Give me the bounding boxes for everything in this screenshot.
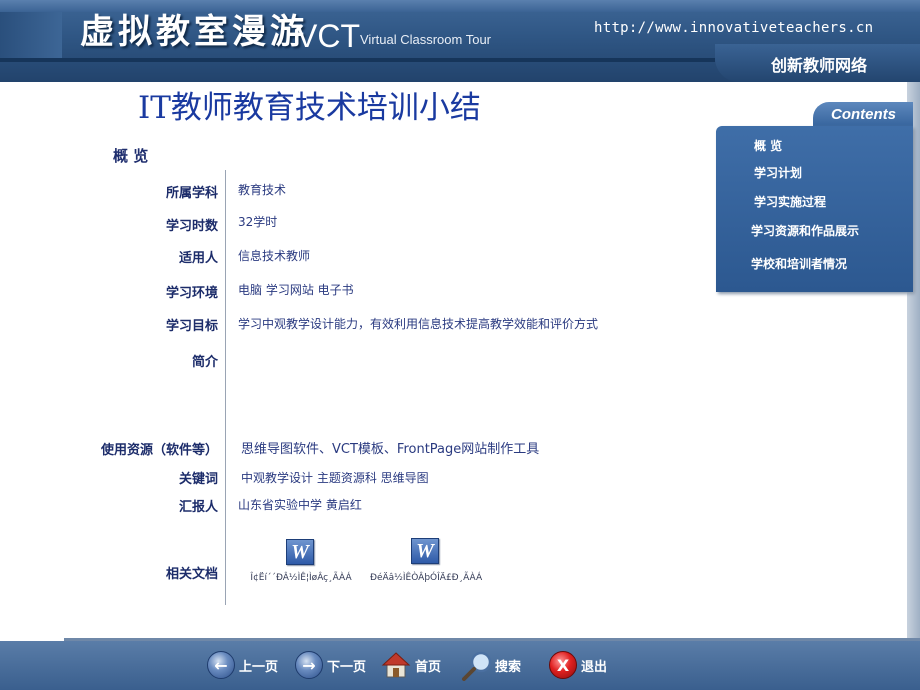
field-label-intro: 简介 — [191, 355, 218, 370]
close-icon: X — [549, 651, 577, 679]
field-label-hours: 学习时数 — [165, 219, 218, 234]
header-bar: 虚拟教室漫游 VCT Virtual Classroom Tour http:/… — [0, 0, 920, 82]
arrow-left-icon: ← — [207, 651, 235, 679]
document-name[interactable]: Î¢Ëí´´ÐÂ½ÌÊ¦ÌøÂç¸ÃÀÁ — [246, 572, 356, 584]
field-value-hours: 32学时 — [238, 215, 278, 229]
contents-nav-panel: 概 览 学习计划 学习实施过程 学习资源和作品展示 学校和培训者情况 — [716, 126, 913, 292]
field-value-reporter: 山东省实验中学 黄启红 — [238, 498, 362, 512]
word-document-icon[interactable]: W — [411, 538, 439, 564]
logo-chinese-title: 虚拟教室漫游 — [80, 12, 308, 52]
nav-item-study-plan[interactable]: 学习计划 — [754, 164, 802, 181]
document-name[interactable]: ÐéÄâ½ÌÊÒÂþÓÎÄ£Ð¸ÃÀÁ — [370, 572, 482, 584]
footer-bar — [0, 641, 920, 690]
field-value-goal: 学习中观教学设计能力，有效利用信息技术提高教学效能和评价方式 — [238, 317, 599, 331]
logo-vct: VCT — [296, 18, 360, 54]
contents-tab: Contents — [813, 102, 913, 128]
field-value-keywords: 中观教学设计 主题资源科 思维导图 — [241, 471, 429, 485]
nav-item-overview[interactable]: 概 览 — [754, 137, 782, 154]
field-label-audience: 适用人 — [178, 251, 218, 266]
field-value-audience: 信息技术教师 — [238, 249, 311, 263]
search-button[interactable]: 搜索 — [461, 650, 522, 681]
field-label-resources: 使用资源（软件等） — [100, 443, 218, 458]
network-badge: 创新教师网络 — [715, 44, 920, 82]
header-divider — [0, 58, 715, 62]
field-value-subject: 教育技术 — [238, 183, 287, 197]
nav-item-resources[interactable]: 学习资源和作品展示 — [751, 222, 859, 239]
field-value-environment: 电脑 学习网站 电子书 — [238, 283, 354, 297]
section-title: 概 览 — [113, 147, 149, 165]
field-label-keywords: 关键词 — [178, 472, 218, 487]
prev-page-button[interactable]: ← 上一页 — [207, 650, 278, 680]
home-button[interactable]: 首页 — [381, 650, 441, 680]
field-label-subject: 所属学科 — [165, 186, 218, 201]
field-value-resources: 思维导图软件、VCT模板、FrontPage网站制作工具 — [241, 442, 540, 457]
field-label-reporter: 汇报人 — [178, 500, 218, 515]
arrow-right-icon: → — [295, 651, 323, 679]
header-url-link[interactable]: http://www.innovativeteachers.cn — [594, 20, 873, 36]
field-label-environment: 学习环境 — [165, 286, 218, 301]
field-divider — [225, 170, 226, 605]
header-left-decoration — [0, 12, 62, 58]
field-label-documents: 相关文档 — [165, 567, 218, 582]
nav-item-school-info[interactable]: 学校和培训者情况 — [751, 255, 847, 272]
next-page-button[interactable]: → 下一页 — [295, 650, 366, 680]
field-label-goal: 学习目标 — [165, 319, 218, 334]
exit-label: 退出 — [581, 659, 608, 675]
home-icon — [381, 651, 411, 679]
network-label: 创新教师网络 — [771, 56, 868, 75]
word-document-icon[interactable]: W — [286, 539, 314, 565]
logo-subtitle: Virtual Classroom Tour — [360, 32, 492, 47]
page-title: IT教师教育技术培训小结 — [138, 90, 481, 126]
prev-page-label: 上一页 — [239, 659, 279, 675]
exit-button[interactable]: X 退出 — [549, 650, 607, 680]
home-label: 首页 — [415, 659, 442, 675]
search-icon — [461, 651, 492, 681]
contents-tab-label: Contents — [831, 106, 896, 123]
next-page-label: 下一页 — [327, 659, 367, 675]
search-label: 搜索 — [495, 659, 522, 675]
nav-item-process[interactable]: 学习实施过程 — [754, 193, 826, 210]
